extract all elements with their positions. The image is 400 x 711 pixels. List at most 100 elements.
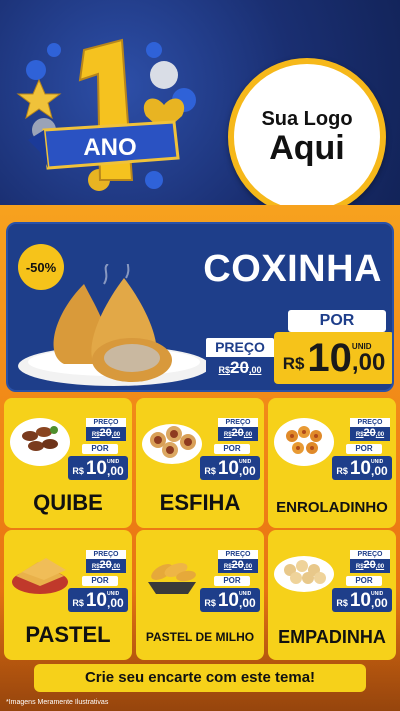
por-label: POR (214, 576, 250, 586)
old-price-currency: R$ (223, 432, 232, 438)
featured-old-price: PREÇO R$20,00 (206, 338, 274, 378)
old-price-dec: ,00 (375, 564, 385, 570)
product-name: PASTEL DE MILHO (145, 630, 255, 644)
old-price-value: R$20,00 (350, 559, 390, 573)
old-price-currency: R$ (223, 564, 232, 570)
old-price-int: 20 (99, 559, 112, 571)
por-label: POR (346, 444, 382, 454)
new-price-currency: R$ (72, 598, 84, 608)
new-price-dec: ,00 (370, 596, 388, 610)
old-price-currency: R$ (355, 432, 364, 438)
old-price-label: PREÇO (218, 550, 258, 559)
product-card-quibe: PREÇO R$20,00 POR R$ 10 UNID ,00 QUIBE (4, 398, 132, 528)
old-price-value: R$20,00 (206, 356, 274, 378)
esfiha-image (142, 424, 202, 464)
new-price-currency: R$ (204, 466, 216, 476)
old-price-label: PREÇO (86, 418, 126, 427)
pastel-de-milho-image (148, 563, 196, 594)
new-price-dec: ,00 (238, 596, 256, 610)
badge-text: ANO (83, 134, 137, 161)
old-price-value: R$20,00 (86, 559, 126, 573)
new-price-int: 10 (85, 457, 107, 479)
old-price: PREÇO R$20,00 (350, 418, 390, 441)
header-banner: ANO Sua Logo Aqui (0, 0, 400, 215)
old-price-value: R$20,00 (218, 427, 258, 441)
new-price-currency: R$ (336, 466, 348, 476)
new-price: R$ 10 UNID ,00 (200, 588, 260, 612)
logo-line-2: Aqui (269, 128, 345, 167)
product-card-pastel-de-milho: PREÇO R$20,00 POR R$ 10 UNID ,00 PASTEL DE M… (136, 530, 264, 660)
new-price-currency: R$ (282, 354, 305, 373)
product-name: PASTEL (25, 622, 111, 647)
product-name: EMPADINHA (278, 627, 386, 647)
old-price-int: 20 (231, 559, 244, 571)
new-price: R$ 10 UNID ,00 (68, 588, 128, 612)
old-price: PREÇO R$20,00 (218, 418, 258, 441)
old-price-currency: R$ (355, 564, 364, 570)
new-price-currency: R$ (336, 598, 348, 608)
old-price-int: 20 (99, 427, 112, 439)
old-price-currency: R$ (91, 564, 100, 570)
new-price-int: 10 (349, 589, 371, 611)
old-price: PREÇO R$20,00 (350, 550, 390, 573)
old-price-label: PREÇO (350, 418, 390, 427)
old-price-dec: ,00 (111, 432, 121, 438)
old-price-value: R$20,00 (86, 427, 126, 441)
new-price: R$ 10 UNID ,00 (332, 456, 392, 480)
product-name: QUIBE (33, 490, 103, 515)
new-price-int: 10 (349, 457, 371, 479)
old-price-int: 20 (363, 427, 376, 439)
old-price-dec: ,00 (111, 564, 121, 570)
logo-line-1: Sua Logo (261, 107, 353, 130)
new-price-int: 10 (85, 589, 107, 611)
old-price-currency: R$ (91, 432, 100, 438)
featured-product: -50% COXINHA PREÇO R$20,00 POR R$ 10 UNI… (6, 222, 394, 392)
old-price-int: 20 (231, 427, 244, 439)
old-price-label: PREÇO (350, 550, 390, 559)
enroladinho-image (274, 418, 334, 466)
new-price-dec: ,00 (351, 348, 386, 376)
new-price-dec: ,00 (106, 596, 124, 610)
featured-name: COXINHA (203, 248, 382, 290)
old-price: PREÇO R$20,00 (86, 550, 126, 573)
product-card-esfiha: PREÇO R$20,00 POR R$ 10 UNID ,00 ESFIHA (136, 398, 264, 528)
old-price-label: PREÇO (218, 418, 258, 427)
new-price-int: 10 (217, 457, 239, 479)
quibe-image (10, 418, 70, 466)
new-price-int: 10 (217, 589, 239, 611)
logo-placeholder: Sua Logo Aqui (228, 58, 386, 215)
por-label: POR (346, 576, 382, 586)
old-price-currency: R$ (218, 365, 231, 375)
cta-banner[interactable]: Crie seu encarte com este tema! (34, 664, 366, 692)
new-price-int: 10 (307, 336, 352, 380)
old-price: PREÇO R$20,00 (218, 550, 258, 573)
old-price-dec: ,00 (375, 432, 385, 438)
old-price-label: PREÇO (86, 550, 126, 559)
new-price-currency: R$ (204, 598, 216, 608)
old-price-dec: ,00 (243, 432, 253, 438)
old-price-int: 20 (230, 358, 249, 377)
discount-badge: -50% (18, 244, 64, 290)
old-price-int: 20 (363, 559, 376, 571)
old-price-dec: ,00 (248, 365, 262, 375)
product-card-pastel: PREÇO R$20,00 POR R$ 10 UNID ,00 PASTEL (4, 530, 132, 660)
product-name: ENROLADINHO (276, 499, 388, 516)
old-price-label: PREÇO (206, 338, 274, 356)
new-price-dec: ,00 (238, 464, 256, 478)
por-label: POR (214, 444, 250, 454)
disclaimer: *Imagens Meramente Ilustrativas (6, 699, 109, 706)
pastel-image (12, 558, 68, 594)
new-price: R$ 10 UNID ,00 (200, 456, 260, 480)
new-price: R$ 10 UNID ,00 (332, 588, 392, 612)
product-name: ESFIHA (159, 490, 241, 515)
new-price: R$ 10 UNID ,00 (68, 456, 128, 480)
new-price-dec: ,00 (370, 464, 388, 478)
old-price: PREÇO R$20,00 (86, 418, 126, 441)
new-price-dec: ,00 (106, 464, 124, 478)
product-card-enroladinho: PREÇO R$20,00 POR R$ 10 UNID ,00 ENROLADINHO (268, 398, 396, 528)
featured-new-price: R$ 10 UNID ,00 (274, 332, 392, 384)
empadinha-image (274, 556, 334, 592)
por-label: POR (288, 310, 386, 332)
por-label: POR (82, 444, 118, 454)
product-card-empadinha: PREÇO R$20,00 POR R$ 10 UNID ,00 EMPADINHA (268, 530, 396, 660)
